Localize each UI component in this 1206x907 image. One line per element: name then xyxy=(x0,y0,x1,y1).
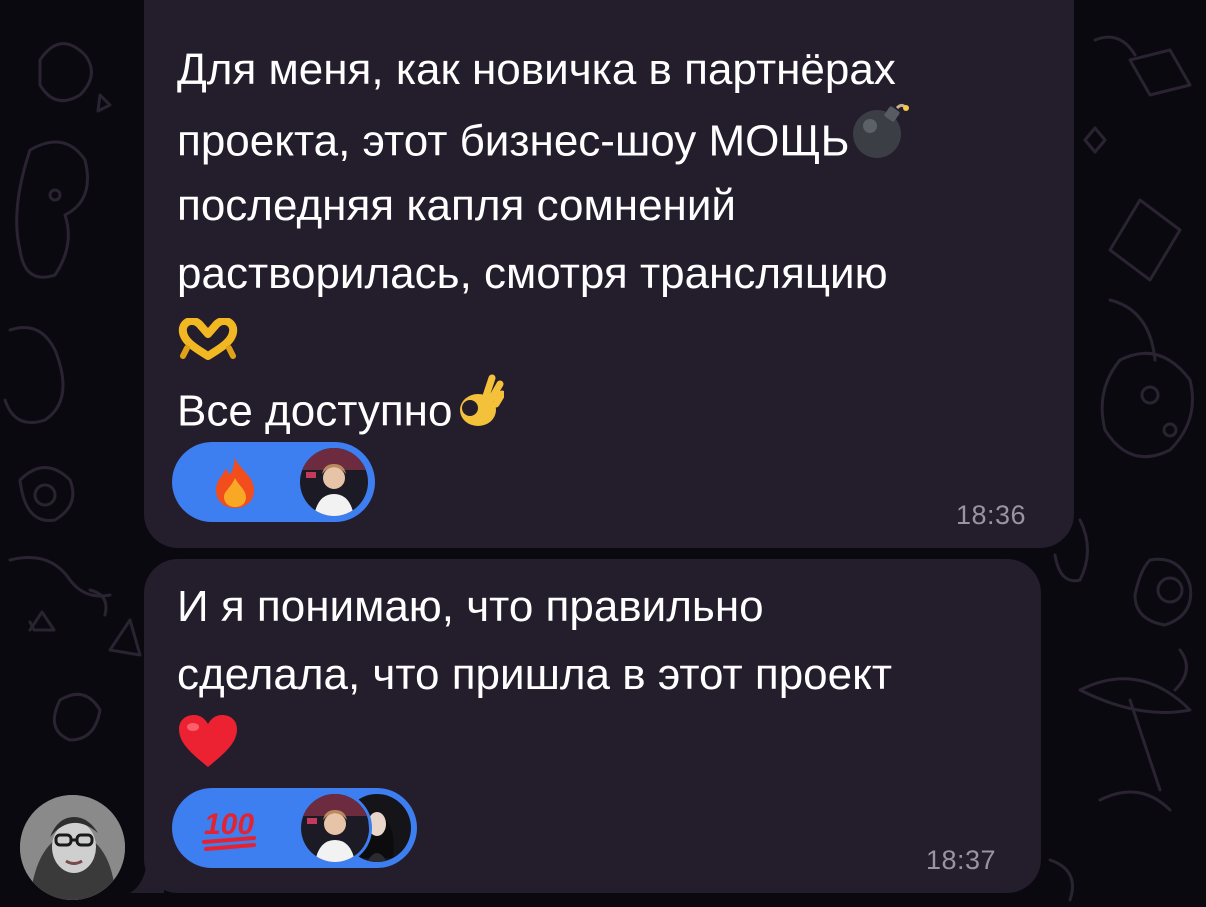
bubble-tail xyxy=(130,860,164,893)
fire-emoji xyxy=(210,456,260,515)
chat-screen: Для меня, как новичка в партнёрах проект… xyxy=(0,0,1206,907)
message-bubble[interactable]: И я понимаю, что правильно сделала, что … xyxy=(144,559,1041,893)
reaction-button[interactable] xyxy=(172,442,375,522)
message-timestamp: 18:36 xyxy=(956,500,1027,530)
red-heart-emoji xyxy=(177,713,239,789)
message-line-with-emoji: Все доступно xyxy=(177,374,911,444)
heart-hands-emoji xyxy=(177,312,239,380)
ok-hand-emoji xyxy=(452,374,506,450)
reaction-button[interactable]: 100 xyxy=(172,788,417,868)
message-line: Все доступно xyxy=(177,386,453,436)
sender-avatar[interactable] xyxy=(20,795,125,900)
message-timestamp: 18:37 xyxy=(926,845,997,875)
message-line-emoji-only xyxy=(177,308,911,376)
message-line: последняя капля сомнений xyxy=(177,181,737,230)
reactor-avatar[interactable] xyxy=(297,445,371,519)
message-text: Для меня, как новичка в партнёрах проект… xyxy=(177,36,911,444)
message-line: проекта, этот бизнес-шоу МОЩЬ xyxy=(177,116,850,166)
message-text: И я понимаю, что правильно сделала, что … xyxy=(177,573,892,777)
message-line-with-emoji: проекта, этот бизнес-шоу МОЩЬ xyxy=(177,103,911,172)
reactor-avatar[interactable] xyxy=(298,791,372,865)
message-bubble[interactable]: Для меня, как новичка в партнёрах проект… xyxy=(144,0,1074,548)
svg-text:100: 100 xyxy=(204,808,254,841)
message-line-emoji-only xyxy=(177,709,892,777)
message-line: сделала, что пришла в этот проект xyxy=(177,650,892,699)
message-line: Для меня, как новичка в партнёрах xyxy=(177,45,896,94)
message-line: растворилась, смотря трансляцию xyxy=(177,249,888,298)
hundred-points-emoji: 100 xyxy=(200,802,262,859)
message-line: И я понимаю, что правильно xyxy=(177,582,764,631)
bomb-emoji xyxy=(849,100,911,180)
